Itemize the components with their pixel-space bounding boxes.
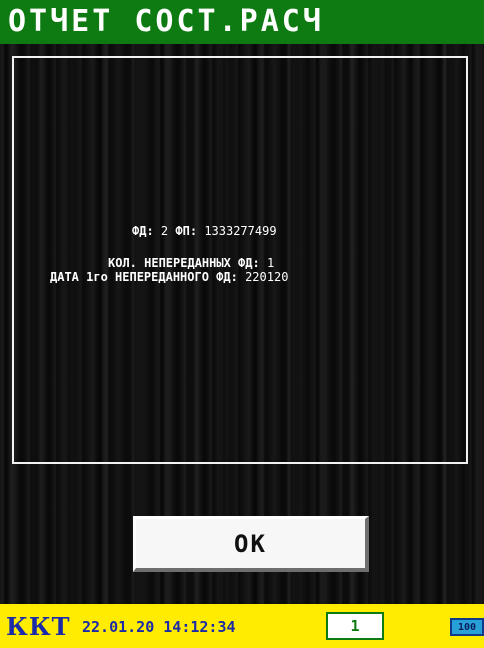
unsent-count-value: 1 <box>266 256 275 270</box>
first-unsent-date-line: ДАТА 1го НЕПЕРЕДАННОГО ФД: 220120 <box>50 270 288 284</box>
ok-button-label: OK <box>234 529 267 558</box>
first-unsent-date-label: ДАТА 1го НЕПЕРЕДАННОГО ФД: <box>50 270 238 284</box>
fp-value: 1333277499 <box>204 224 277 238</box>
mode-indicator: ККТ <box>6 612 71 641</box>
page-title: ОТЧЕТ СОСТ.РАСЧ <box>8 4 324 39</box>
fd-label: ФД: <box>132 224 154 238</box>
status-bar: ККТ 22.01.20 14:12:34 1 100 <box>0 604 484 648</box>
fiscal-numbers-line: ФД: 2 ФП: 1333277499 <box>132 224 412 238</box>
battery-icon: 100 <box>450 618 484 636</box>
unsent-count-label: КОЛ. НЕПЕРЕДАННЫХ ФД: <box>108 256 260 270</box>
fp-label: ФП: <box>175 224 198 238</box>
datetime-display: 22.01.20 14:12:34 <box>82 618 236 636</box>
report-panel: ФД: 2 ФП: 1333277499 КОЛ. НЕПЕРЕДАННЫХ Ф… <box>12 56 468 464</box>
title-bar: ОТЧЕТ СОСТ.РАСЧ <box>0 0 484 44</box>
fd-value: 2 <box>160 224 169 238</box>
ok-button[interactable]: OK <box>133 516 369 572</box>
battery-level: 100 <box>457 621 477 633</box>
counter-badge: 1 <box>326 612 384 640</box>
unsent-count-line: КОЛ. НЕПЕРЕДАННЫХ ФД: 1 <box>108 256 274 270</box>
first-unsent-date-value: 220120 <box>245 270 289 284</box>
counter-value: 1 <box>350 617 360 635</box>
